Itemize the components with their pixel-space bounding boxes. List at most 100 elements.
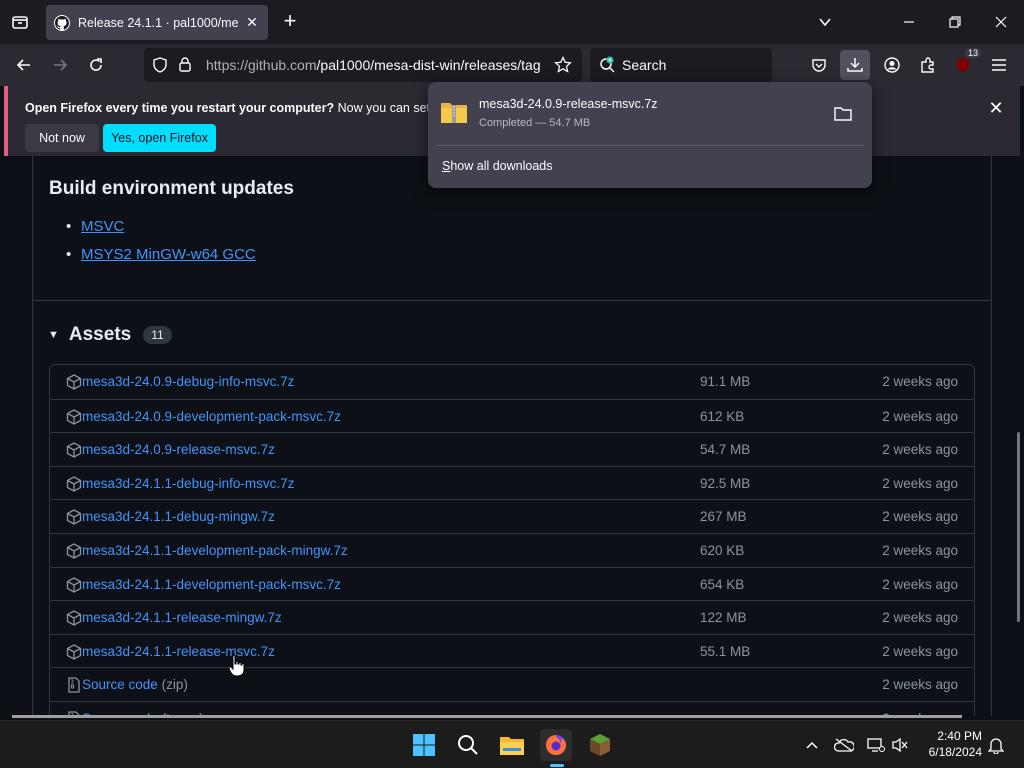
downloads-panel: mesa3d-24.0.9-release-msvc.7z Completed … [428,82,872,188]
asset-row: Source code (zip) 2 weeks ago [50,667,974,701]
search-bar[interactable]: Search [590,48,772,82]
windows-start-icon[interactable] [408,729,440,761]
back-arrow-icon[interactable] [11,52,37,78]
not-now-button[interactable]: Not now [25,124,99,152]
yes-open-firefox-button[interactable]: Yes, open Firefox [103,124,216,152]
asset-size: 612 KB [700,408,745,424]
downloads-icon[interactable] [840,50,870,80]
msys2-link[interactable]: MSYS2 MinGW-w64 GCC [81,246,256,263]
notification-message: Open Firefox every time you restart your… [25,101,456,115]
tab-github-release[interactable]: Release 24.1.1 · pal1000/mesa-dist-win ✕ [46,5,268,40]
assets-heading: Assets [68,324,132,345]
onedrive-icon[interactable] [834,735,854,755]
msvc-link[interactable]: MSVC [81,218,124,235]
open-folder-icon[interactable] [834,106,854,124]
page-content: Build environment updates MSVC MSYS2 Min… [0,156,1024,716]
assets-list: mesa3d-24.0.9-debug-info-msvc.7z 91.1 MB 2… [49,364,975,716]
navigation-toolbar: https://github.com/pal1000/mesa-dist-win… [0,44,1024,86]
asset-link[interactable]: mesa3d-24.1.1-debug-info-msvc.7z [82,476,294,491]
archive-file-icon [440,100,468,124]
menu-hamburger-icon[interactable] [984,50,1014,80]
asset-date: 2 weeks ago [882,677,958,693]
github-icon [54,14,70,31]
pocket-icon[interactable] [804,50,834,80]
url-bar[interactable]: https://github.com/pal1000/mesa-dist-win… [144,48,582,82]
package-icon [66,543,82,559]
volume-muted-icon[interactable] [890,735,910,755]
assets-toggle[interactable]: ▼ Assets 11 [48,324,172,346]
forward-arrow-icon[interactable] [47,52,73,78]
asset-date: 2 weeks ago [882,374,958,389]
minecraft-icon[interactable] [584,729,616,761]
package-icon [66,408,82,425]
restore-icon[interactable] [940,8,970,36]
build-environment-heading: Build environment updates [49,178,294,199]
search-icon[interactable] [452,729,484,761]
package-icon [66,644,82,660]
asset-row: mesa3d-24.1.1-development-pack-mingw.7z 6… [50,532,974,567]
asset-date: 2 weeks ago [882,475,958,491]
package-icon [66,442,82,458]
divider [33,300,991,301]
assets-count-badge: 11 [143,326,172,344]
asset-row: mesa3d-24.1.1-debug-mingw.7z 267 MB 2 week… [50,499,974,533]
tab-title: Release 24.1.1 · pal1000/mesa-dist-win [78,15,238,30]
close-notification-icon[interactable]: ✕ [986,98,1006,118]
asset-link[interactable]: mesa3d-24.1.1-release-mingw.7z [82,610,282,625]
windows-taskbar: 2:40 PM 6/18/2024 [0,720,1024,768]
close-window-icon[interactable] [986,8,1016,36]
asset-size: 92.5 MB [700,475,751,491]
reload-icon[interactable] [83,52,109,78]
asset-row: mesa3d-24.1.1-debug-info-msvc.7z 92.5 MB 2… [50,465,974,500]
download-status: Completed — 54.7 MB [479,117,591,129]
asset-link[interactable]: mesa3d-24.1.1-debug-mingw.7z [82,509,275,524]
asset-row: mesa3d-24.0.9-release-msvc.7z 54.7 MB 2 we… [50,432,974,466]
clock[interactable]: 2:40 PM 6/18/2024 [916,728,982,760]
minimize-icon[interactable] [894,8,924,36]
account-icon[interactable] [877,50,907,80]
asset-row: mesa3d-24.0.9-development-pack-msvc.7z 61… [50,398,974,433]
notification-bell-icon[interactable] [986,735,1006,755]
asset-row: Source code (tar.gz)2 weeks ago [50,700,974,716]
package-icon [66,610,82,626]
url-text: https://github.com/pal1000/mesa-dist-win… [206,57,541,73]
shield-icon[interactable] [152,57,168,78]
asset-link[interactable]: mesa3d-24.0.9-release-msvc.7z [82,442,275,457]
ublock-extension-icon[interactable]: 13 [948,48,982,80]
list-item: MSVC [66,218,256,246]
horizontal-scrollbar[interactable] [12,715,962,718]
asset-date: 2 weeks ago [882,576,958,592]
asset-date: 2 weeks ago [882,610,958,626]
star-icon[interactable] [554,55,572,79]
vertical-scrollbar[interactable] [1017,432,1020,622]
firefox-icon[interactable] [540,729,572,761]
asset-link[interactable]: mesa3d-24.1.1-development-pack-mingw.7z [82,543,348,558]
network-icon[interactable] [866,735,886,755]
close-tab-icon[interactable]: ✕ [244,14,260,31]
package-icon [66,374,82,390]
list-all-tabs-icon[interactable] [8,10,32,34]
package-icon [66,576,82,593]
asset-link[interactable]: mesa3d-24.0.9-debug-info-msvc.7z [82,374,294,389]
show-all-downloads-link[interactable]: Show all downloads [442,159,553,173]
chevron-up-icon[interactable] [802,735,822,755]
package-icon [66,476,82,492]
asset-size: 55.1 MB [700,643,751,659]
lock-icon[interactable] [178,56,192,77]
asset-link[interactable]: mesa3d-24.0.9-development-pack-msvc.7z [82,409,341,424]
asset-link[interactable]: mesa3d-24.1.1-development-pack-msvc.7z [82,577,341,592]
asset-size: 654 KB [700,576,745,592]
asset-size: 267 MB [700,509,747,525]
chevron-down-icon[interactable] [810,8,840,36]
hand-cursor-icon [228,654,246,678]
search-engine-icon[interactable] [599,56,617,79]
asset-size: 54.7 MB [700,442,751,458]
new-tab-icon[interactable]: + [278,10,302,34]
asset-link[interactable]: Source code (zip) [82,677,188,692]
list-item: MSYS2 MinGW-w64 GCC [66,246,256,274]
file-explorer-icon[interactable] [496,729,528,761]
tab-bar: Release 24.1.1 · pal1000/mesa-dist-win ✕… [0,0,1024,44]
extensions-icon[interactable] [913,50,943,80]
download-file-name[interactable]: mesa3d-24.0.9-release-msvc.7z [479,97,658,111]
file-zip-icon [66,677,82,693]
